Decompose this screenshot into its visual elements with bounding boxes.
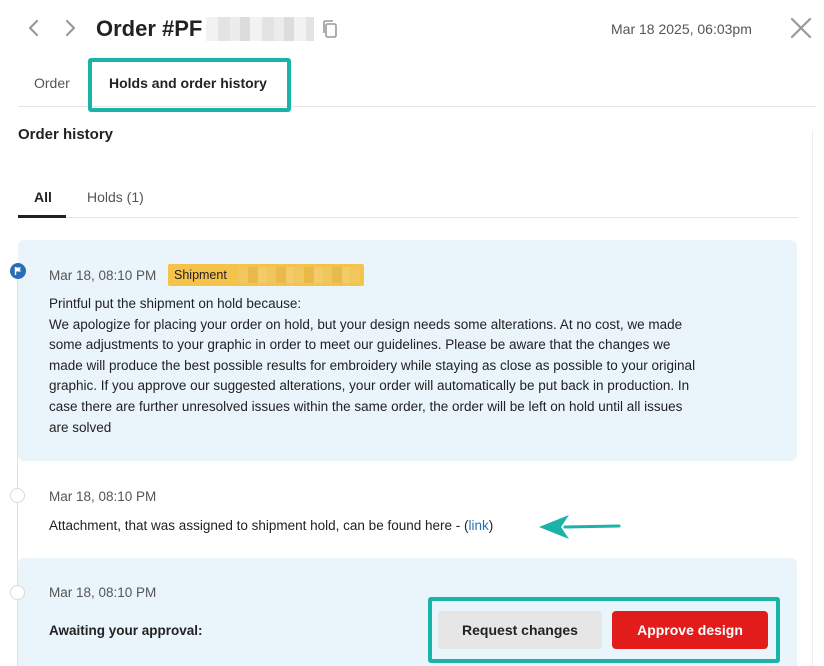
entry-timestamp: Mar 18, 08:10 PM xyxy=(49,489,157,504)
request-changes-button[interactable]: Request changes xyxy=(438,611,602,649)
redacted-shipment-id xyxy=(238,267,360,283)
flag-icon xyxy=(14,267,21,275)
message-line: are solved xyxy=(49,419,112,435)
message-line: case there are further unresolved issues… xyxy=(49,398,683,414)
active-tab-underline xyxy=(18,215,66,218)
redacted-order-number xyxy=(206,17,314,41)
timeline-dot-active xyxy=(10,263,26,279)
entry-timestamp: Mar 18, 08:10 PM xyxy=(49,585,157,600)
copy-icon xyxy=(323,20,337,38)
tab-holds[interactable]: Holds (1) xyxy=(87,188,144,206)
history-entry-attachment: Mar 18, 08:10 PM Attachment, that was as… xyxy=(18,462,797,557)
awaiting-approval-label: Awaiting your approval: xyxy=(49,623,203,638)
section-title: Order history xyxy=(18,126,114,143)
tab-highlight-box xyxy=(88,58,291,112)
forward-button[interactable] xyxy=(58,14,82,42)
shipment-badge: Shipment xyxy=(168,264,364,286)
arrow-left-icon xyxy=(539,515,621,539)
message-line: some adjustments to your graphic in orde… xyxy=(49,337,671,353)
back-button[interactable] xyxy=(22,14,46,42)
chevron-right-icon xyxy=(65,19,76,37)
shipment-badge-label: Shipment xyxy=(174,268,227,282)
copy-button[interactable] xyxy=(320,18,340,40)
attachment-link[interactable]: link xyxy=(469,518,489,533)
attachment-text: Attachment, that was assigned to shipmen… xyxy=(49,516,493,536)
chevron-left-icon xyxy=(28,19,39,37)
main-tabs: Order Holds and order history xyxy=(18,56,816,112)
approve-design-button[interactable]: Approve design xyxy=(612,611,768,649)
tab-all[interactable]: All xyxy=(34,188,52,206)
attachment-text-before: Attachment, that was assigned to shipmen… xyxy=(49,518,469,533)
order-date: Mar 18 2025, 06:03pm xyxy=(611,21,752,37)
hold-message: Printful put the shipment on hold becaus… xyxy=(49,294,779,438)
order-title: Order #PF xyxy=(96,16,203,41)
modal-header: Order #PF Mar 18 2025, 06:03pm xyxy=(0,0,824,56)
history-entry-hold: Mar 18, 08:10 PM Shipment Printful put t… xyxy=(18,240,797,461)
message-line: made will produce the best possible resu… xyxy=(49,357,696,373)
scrollbar-track[interactable] xyxy=(812,130,813,666)
close-icon xyxy=(790,17,812,39)
entry-timestamp: Mar 18, 08:10 PM xyxy=(49,268,157,283)
message-line: Printful put the shipment on hold becaus… xyxy=(49,296,302,311)
timeline-dot xyxy=(10,585,25,600)
message-line: graphic. If you approve our suggested al… xyxy=(49,378,690,394)
timeline-dot xyxy=(10,488,25,503)
attachment-text-after: ) xyxy=(488,518,494,533)
tab-order[interactable]: Order xyxy=(34,74,70,92)
close-button[interactable] xyxy=(788,15,814,41)
history-filter-tabs: All Holds (1) xyxy=(18,170,798,218)
message-line: We apologize for placing your order on h… xyxy=(49,316,683,332)
